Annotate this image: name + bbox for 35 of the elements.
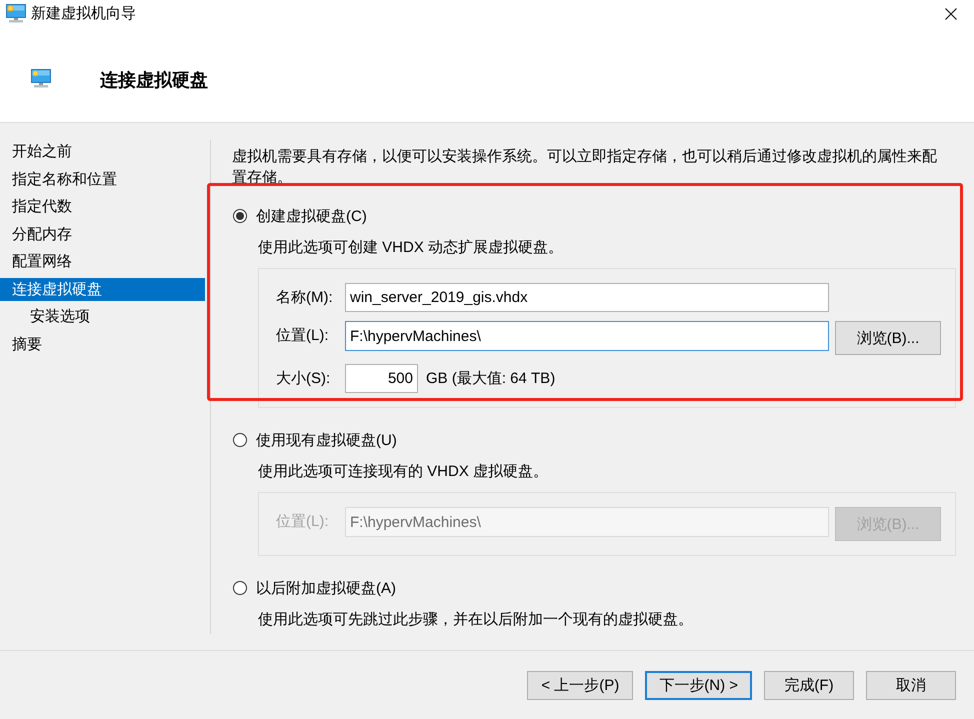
option-description: 使用此选项可先跳过此步骤，并在以后附加一个现有的虚拟硬盘。: [258, 610, 694, 630]
field-label: 名称(M):: [276, 288, 334, 308]
radio-label[interactable]: 以后附加虚拟硬盘(A): [256, 578, 396, 598]
wizard-button[interactable]: 下一步(N) >: [645, 671, 752, 700]
sidebar-item[interactable]: 安装选项: [0, 305, 205, 328]
radio-button[interactable]: [233, 209, 247, 223]
radio-button[interactable]: [233, 581, 247, 595]
window-title: 新建虚拟机向导: [31, 4, 136, 23]
close-icon[interactable]: [945, 8, 957, 20]
sidebar-item[interactable]: 分配内存: [0, 222, 205, 246]
input-field[interactable]: 500: [345, 364, 418, 393]
option-description: 使用此选项可创建 VHDX 动态扩展虚拟硬盘。: [258, 238, 564, 258]
monitor-icon: [6, 4, 26, 23]
wizard-button[interactable]: < 上一步(P): [527, 671, 634, 700]
field-label: 位置(L):: [276, 326, 330, 346]
radio-button[interactable]: [233, 433, 247, 447]
input-field[interactable]: win_server_2019_gis.vhdx: [345, 283, 829, 312]
sidebar-item[interactable]: 指定代数: [0, 195, 205, 218]
browse-button[interactable]: 浏览(B)...: [835, 321, 941, 355]
wizard-button[interactable]: 取消: [866, 671, 956, 700]
input-field[interactable]: F:\hypervMachines\: [345, 321, 829, 351]
sidebar-item[interactable]: 摘要: [0, 332, 205, 356]
sidebar-item[interactable]: 开始之前: [0, 140, 205, 163]
sidebar-item[interactable]: 配置网络: [0, 250, 205, 273]
page-heading: 连接虚拟硬盘: [100, 69, 208, 92]
radio-label[interactable]: 使用现有虚拟硬盘(U): [256, 430, 397, 450]
radio-label[interactable]: 创建虚拟硬盘(C): [256, 206, 367, 226]
option-description: 使用此选项可连接现有的 VHDX 虚拟硬盘。: [258, 462, 550, 482]
wizard-button[interactable]: 完成(F): [764, 671, 854, 700]
monitor-icon: [31, 69, 51, 88]
field-label: 大小(S):: [276, 369, 332, 389]
sidebar-item[interactable]: 指定名称和位置: [0, 168, 205, 190]
unit-label: GB (最大值: 64 TB): [426, 369, 556, 389]
sidebar-item[interactable]: 连接虚拟硬盘: [0, 278, 205, 300]
field-label: 位置(L):: [276, 512, 330, 532]
